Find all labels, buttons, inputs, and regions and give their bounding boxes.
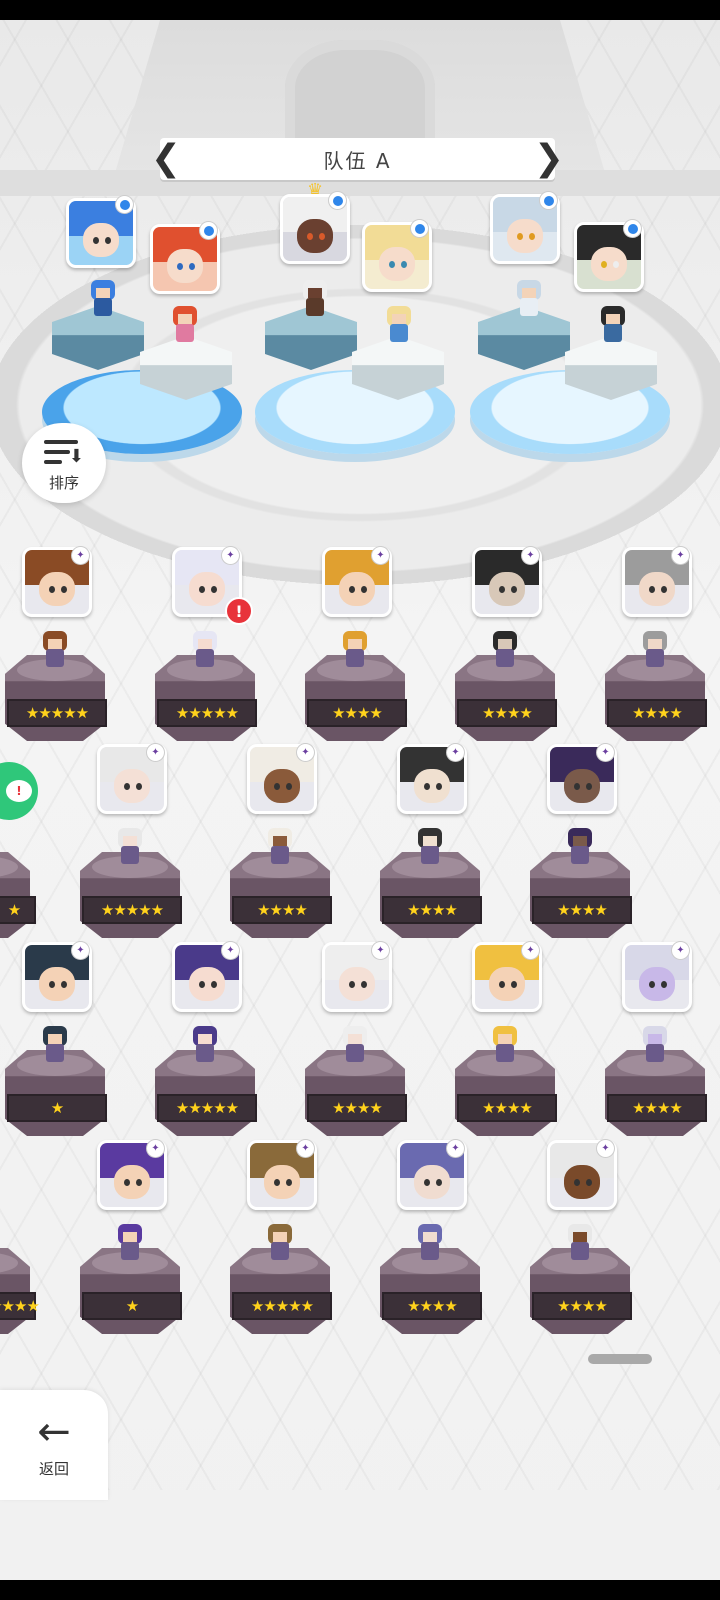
team-sprite: [382, 306, 416, 346]
hero-sprite: [263, 1224, 297, 1264]
star-rating: ★★★★: [457, 699, 557, 727]
hero-sprite: [488, 631, 522, 671]
star-rating: ★: [7, 1094, 107, 1122]
star-rating: ★★★★★: [232, 1292, 332, 1320]
hero-sprite: [38, 1026, 72, 1066]
equipped-badge-icon: [329, 192, 346, 209]
star-rating: ★: [0, 896, 36, 924]
star-rating: ★★★★: [532, 1292, 632, 1320]
hero-sprite: [563, 1224, 597, 1264]
star-rating: ★★★★: [0, 1292, 40, 1320]
team-title-banner: ❮ 队伍 A ❯: [151, 138, 564, 180]
team-sprite: [596, 306, 630, 346]
scroll-handle[interactable]: [588, 1354, 652, 1364]
equipped-badge-icon: [411, 220, 428, 237]
star-rating: ★★★★★: [157, 1094, 257, 1122]
star-rating: ★★★★: [532, 896, 632, 924]
hero-sprite: [563, 828, 597, 868]
element-badge-icon: ✦: [597, 1140, 614, 1157]
star-rating: ★★★★: [232, 896, 332, 924]
hero-sprite: [413, 1224, 447, 1264]
hero-sprite: [338, 631, 372, 671]
hero-sprite: [338, 1026, 372, 1066]
element-badge-icon: ✦: [447, 1140, 464, 1157]
equipped-badge-icon: [200, 222, 217, 239]
star-rating: ★★★★: [307, 1094, 407, 1122]
equipped-badge-icon: [624, 220, 641, 237]
hero-sprite: [188, 631, 222, 671]
status-bar: [0, 0, 720, 20]
team-sprite: [512, 280, 546, 320]
next-team-arrow[interactable]: ❯: [534, 138, 564, 180]
chat-button[interactable]: !: [0, 762, 38, 820]
element-badge-icon: ✦: [147, 1140, 164, 1157]
star-rating: ★★★★: [607, 1094, 707, 1122]
element-badge-icon: ✦: [597, 744, 614, 761]
element-badge-icon: ✦: [72, 942, 89, 959]
hero-sprite: [638, 631, 672, 671]
sort-button[interactable]: ⬇ 排序: [22, 423, 106, 503]
hero-sprite: [38, 631, 72, 671]
element-badge-icon: ✦: [447, 744, 464, 761]
element-badge-icon: ✦: [147, 744, 164, 761]
element-badge-icon: ✦: [672, 547, 689, 564]
element-badge-icon: ✦: [672, 942, 689, 959]
hero-sprite: [638, 1026, 672, 1066]
element-badge-icon: ✦: [372, 547, 389, 564]
star-rating: ★★★★: [382, 1292, 482, 1320]
star-rating: ★★★★★: [157, 699, 257, 727]
star-rating: ★★★★: [607, 699, 707, 727]
equipped-badge-icon: [116, 196, 133, 213]
element-badge-icon: ✦: [522, 942, 539, 959]
equipped-badge-icon: [540, 192, 557, 209]
element-badge-icon: ✦: [372, 942, 389, 959]
hero-pedestal[interactable]: [0, 1248, 30, 1334]
star-rating: ★★★★: [307, 699, 407, 727]
team-formation-screen: ❮ 队伍 A ❯ ♛ ★ ⬇: [0, 20, 720, 1580]
hero-sprite: [188, 1026, 222, 1066]
element-badge-icon: ✦: [297, 744, 314, 761]
team-title: 队伍 A: [323, 148, 392, 173]
hero-sprite: [263, 828, 297, 868]
chat-alert-icon: !: [6, 780, 32, 802]
star-rating: ★★★★★: [82, 896, 182, 924]
prev-team-arrow[interactable]: ❮: [151, 138, 181, 180]
back-label: 返回: [38, 1459, 69, 1478]
back-button[interactable]: ← 返回: [0, 1390, 108, 1500]
element-badge-icon: ✦: [72, 547, 89, 564]
team-sprite: [86, 280, 120, 320]
hero-pedestal[interactable]: [0, 852, 30, 938]
star-rating: ★★★★: [382, 896, 482, 924]
sort-label: 排序: [48, 473, 79, 492]
back-arrow-icon: ←: [37, 1408, 71, 1455]
hero-sprite: [413, 828, 447, 868]
hero-sprite: [113, 1224, 147, 1264]
element-badge-icon: ✦: [522, 547, 539, 564]
navigation-bar: [0, 1580, 720, 1600]
sort-descending-icon: ⬇: [44, 438, 84, 466]
team-sprite: [298, 280, 332, 320]
element-badge-icon: ✦: [222, 942, 239, 959]
star-rating: ★★★★★: [7, 699, 107, 727]
star-rating: ★★★★: [457, 1094, 557, 1122]
element-badge-icon: ✦: [222, 547, 239, 564]
star-rating: ★: [82, 1292, 182, 1320]
hero-sprite: [113, 828, 147, 868]
bottom-bar: [0, 1490, 720, 1580]
team-sprite: [168, 306, 202, 346]
new-alert-icon: !: [225, 597, 253, 625]
hero-sprite: [488, 1026, 522, 1066]
element-badge-icon: ✦: [297, 1140, 314, 1157]
